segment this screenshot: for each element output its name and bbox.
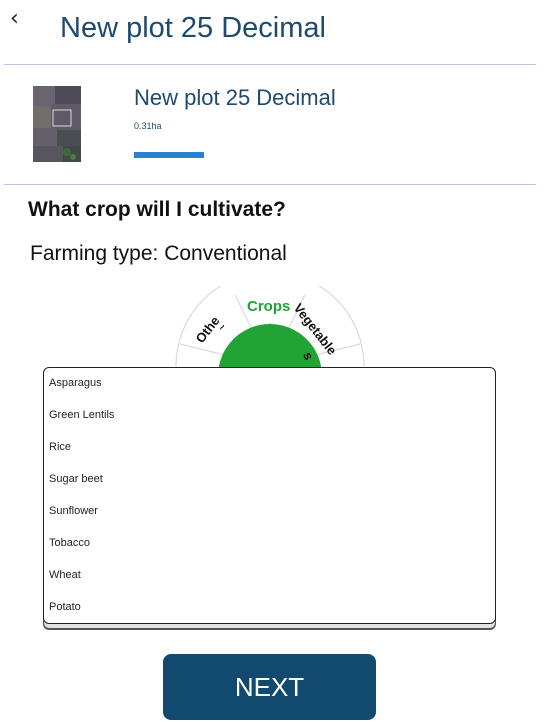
plot-divider xyxy=(4,184,536,185)
plot-area: 0.31ha xyxy=(134,121,162,131)
list-item[interactable]: Sugar beet xyxy=(49,468,469,490)
farming-type-label: Farming type: Conventional xyxy=(30,242,287,265)
list-item[interactable]: Wheat xyxy=(49,564,469,586)
header-divider xyxy=(4,64,536,65)
list-item[interactable]: Asparagus xyxy=(49,372,469,394)
back-chevron-icon[interactable]: ‹ xyxy=(10,6,32,32)
app-header: ‹ New plot 25 Decimal xyxy=(0,0,554,64)
list-item[interactable]: Sunflower xyxy=(49,500,469,522)
page-title: New plot 25 Decimal xyxy=(60,12,326,44)
wheel-segment-other-suffix: ~ xyxy=(216,321,230,334)
plot-progress-fill xyxy=(134,152,204,158)
crop-dropdown-list[interactable]: Asparagus Green Lentils Rice Sugar beet … xyxy=(43,367,496,624)
plot-progress-bar xyxy=(134,152,204,158)
plot-thumbnail xyxy=(33,86,81,162)
satellite-plot-image xyxy=(33,86,81,162)
list-item[interactable]: Tobacco xyxy=(49,532,469,554)
wheel-segment-crops[interactable]: Crops xyxy=(247,298,290,315)
wheel-segment-other[interactable]: Othe xyxy=(193,313,223,346)
next-button[interactable]: NEXT xyxy=(163,654,376,720)
list-item[interactable]: Potato xyxy=(49,596,469,618)
crop-question: What crop will I cultivate? xyxy=(28,198,286,221)
plot-name: New plot 25 Decimal xyxy=(134,85,336,110)
list-item[interactable]: Rice xyxy=(49,436,469,458)
crop-category-wheel[interactable]: Crops Othe Vegetable s ~ xyxy=(170,286,370,376)
list-item[interactable]: Green Lentils xyxy=(49,404,469,426)
